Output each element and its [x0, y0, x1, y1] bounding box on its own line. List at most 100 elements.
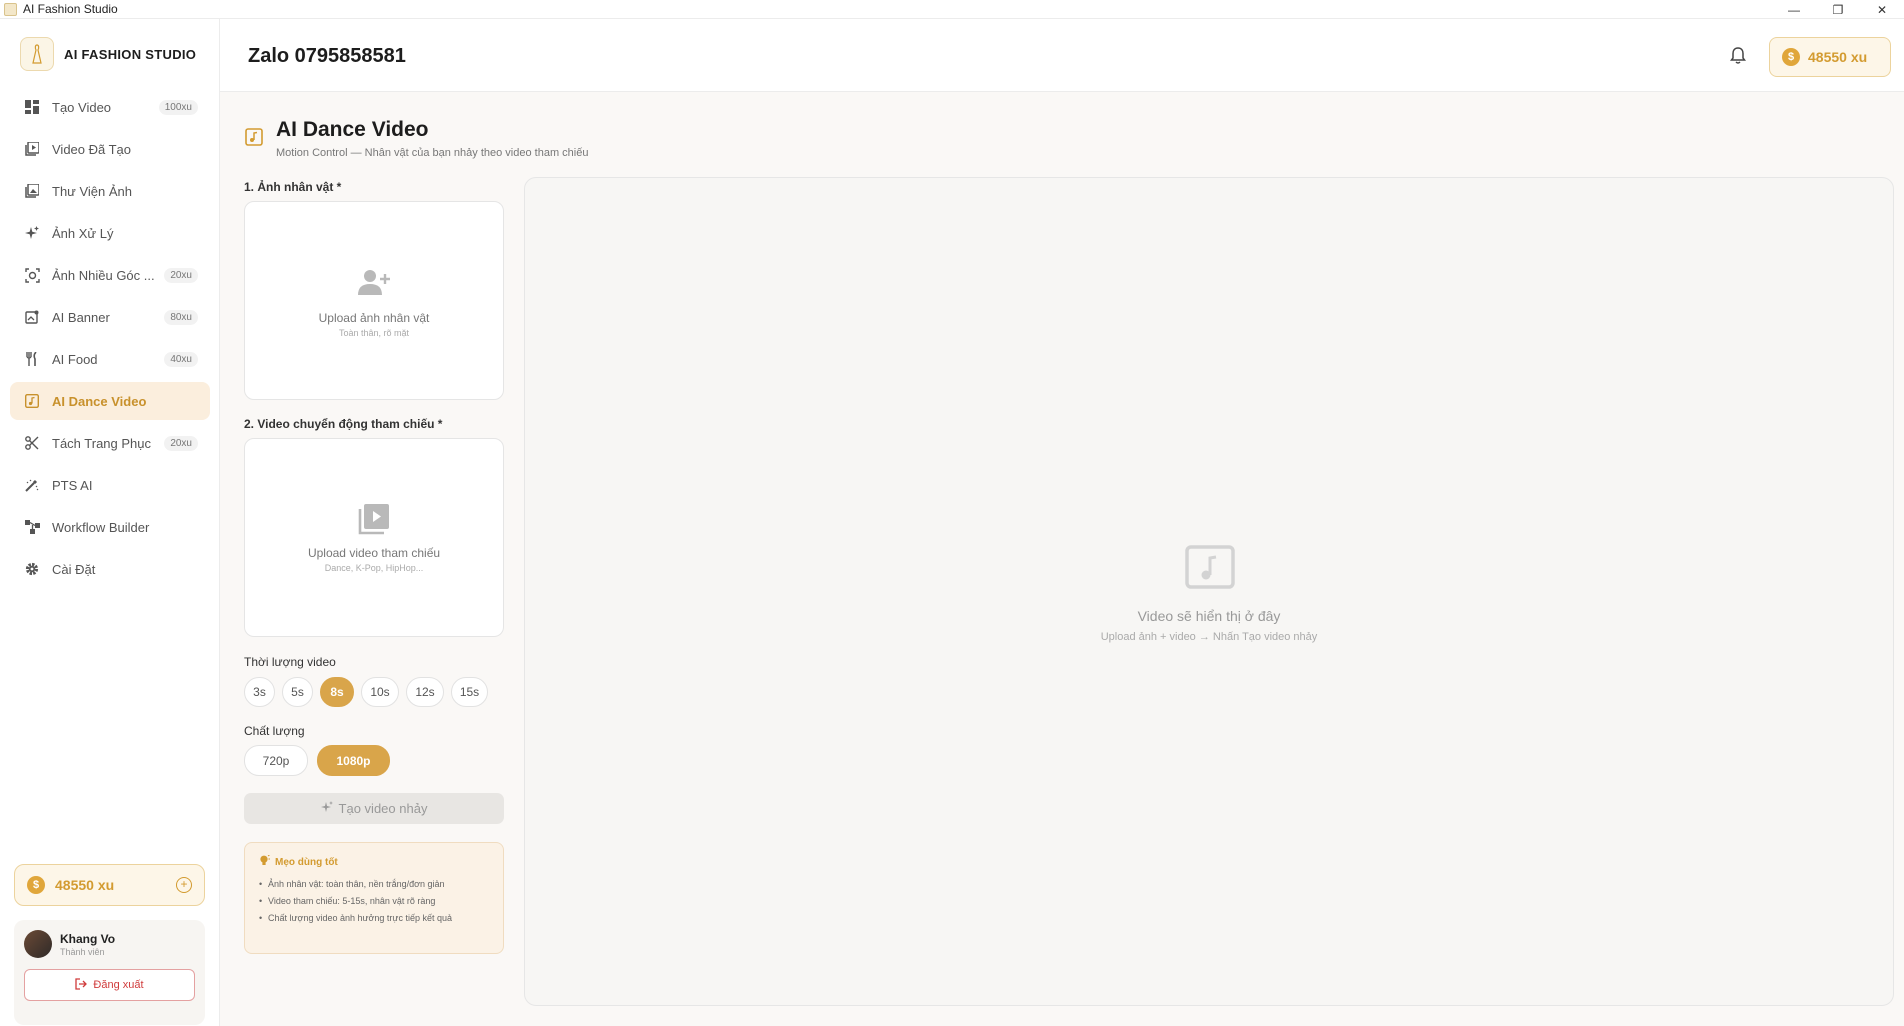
user-name: Khang Vo: [60, 932, 116, 946]
tip-item: Chất lượng video ảnh hưởng trực tiếp kết…: [259, 912, 491, 924]
tips-title: Mẹo dùng tốt: [275, 856, 338, 868]
character-upload-dropzone[interactable]: Upload ảnh nhân vật Toàn thân, rõ mặt: [244, 201, 504, 400]
preview-placeholder-title: Video sẽ hiển thị ở đây: [1137, 608, 1281, 624]
add-person-icon: [245, 268, 503, 296]
sidebar-item-ai-banner[interactable]: AI Banner 80xu: [10, 298, 210, 336]
workflow-icon: [24, 519, 40, 535]
cost-badge: 80xu: [164, 309, 198, 325]
sidebar: AI FASHION STUDIO Tạo Video 100xu Video …: [0, 19, 220, 1026]
video-library-icon: [245, 503, 503, 535]
page-title: AI Dance Video: [276, 118, 429, 141]
quality-option-720p[interactable]: 720p: [244, 745, 308, 776]
sidebar-item-pts-ai[interactable]: PTS AI: [10, 466, 210, 504]
scissors-icon: [24, 435, 40, 451]
video-library-icon: [24, 141, 40, 157]
music-video-placeholder-icon: [1185, 545, 1235, 589]
add-coins-icon[interactable]: +: [176, 877, 192, 893]
duration-option-3s[interactable]: 3s: [244, 677, 275, 707]
utensils-icon: [24, 351, 40, 367]
user-card: Khang Vo Thành viên Đăng xuất: [14, 920, 205, 1025]
duration-option-5s[interactable]: 5s: [282, 677, 313, 707]
brand-name: AI FASHION STUDIO: [64, 46, 197, 62]
sidebar-item-ai-dance-video[interactable]: AI Dance Video: [10, 382, 210, 420]
tips-header: Mẹo dùng tốt: [259, 854, 491, 869]
sidebar-item-label: Tách Trang Phục: [52, 435, 151, 451]
duration-option-8s[interactable]: 8s: [320, 677, 354, 707]
banner-icon: [24, 309, 40, 325]
sidebar-item-ai-food[interactable]: AI Food 40xu: [10, 340, 210, 378]
cost-badge: 20xu: [164, 267, 198, 283]
top-bar: Zalo 0795858581 $ 48550 xu: [220, 19, 1904, 92]
sidebar-item-label: Ảnh Xử Lý: [52, 225, 114, 241]
window-title: AI Fashion Studio: [23, 2, 118, 16]
quality-option-1080p[interactable]: 1080p: [317, 745, 390, 776]
close-button[interactable]: ✕: [1860, 0, 1904, 19]
coin-balance-value: 48550 xu: [55, 877, 115, 893]
character-section-label: 1. Ảnh nhân vật *: [244, 180, 342, 194]
gear-icon: [24, 561, 40, 577]
sidebar-item-workflow-builder[interactable]: Workflow Builder: [10, 508, 210, 546]
motion-video-upload-dropzone[interactable]: Upload video tham chiếu Dance, K-Pop, Hi…: [244, 438, 504, 637]
brand[interactable]: AI FASHION STUDIO: [20, 37, 196, 71]
sidebar-item-tao-video[interactable]: Tạo Video 100xu: [10, 88, 210, 126]
motion-section-label: 2. Video chuyển động tham chiếu *: [244, 417, 443, 431]
character-upload-hint: Toàn thân, rõ mặt: [338, 328, 410, 338]
grid-icon: [24, 99, 40, 115]
music-note-icon: [24, 393, 40, 409]
logout-button[interactable]: Đăng xuất: [24, 969, 195, 1001]
cost-badge: 20xu: [164, 435, 198, 451]
motion-upload-hint: Dance, K-Pop, HipHop...: [324, 563, 424, 573]
sidebar-item-anh-xu-ly[interactable]: Ảnh Xử Lý: [10, 214, 210, 252]
sidebar-item-label: AI Food: [52, 351, 98, 367]
sidebar-item-cai-dat[interactable]: Cài Đặt: [10, 550, 210, 588]
app-icon: [4, 2, 17, 16]
duration-options: 3s 5s 8s 10s 12s 15s: [244, 677, 495, 707]
cost-badge: 100xu: [158, 99, 198, 115]
user-role: Thành viên: [60, 947, 105, 957]
dance-video-icon: [245, 128, 263, 146]
duration-label: Thời lượng video: [244, 655, 336, 669]
header-coin-balance[interactable]: $ 48550 xu: [1769, 37, 1891, 77]
tip-item: Video tham chiếu: 5-15s, nhân vật rõ ràn…: [259, 895, 491, 907]
generate-label: Tạo video nhảy: [338, 801, 428, 816]
sidebar-item-video-da-tao[interactable]: Video Đã Tạo: [10, 130, 210, 168]
sidebar-item-label: AI Banner: [52, 309, 110, 325]
maximize-button[interactable]: ❐: [1816, 0, 1860, 19]
sidebar-item-anh-nhieu-goc[interactable]: Ảnh Nhiều Góc ... 20xu: [10, 256, 210, 294]
coin-icon: $: [1782, 48, 1800, 66]
sidebar-item-label: Video Đã Tạo: [52, 141, 132, 157]
sidebar-item-tach-trang-phuc[interactable]: Tách Trang Phục 20xu: [10, 424, 210, 462]
sidebar-item-label: Workflow Builder: [52, 519, 150, 535]
sidebar-item-label: Thư Viện Ảnh: [52, 183, 133, 199]
brand-logo-icon: [20, 37, 54, 71]
motion-upload-title: Upload video tham chiếu: [307, 546, 441, 560]
avatar[interactable]: [24, 930, 52, 958]
generate-dance-video-button[interactable]: Tạo video nhảy: [244, 793, 504, 824]
magic-wand-icon: [24, 477, 40, 493]
sidebar-nav: Tạo Video 100xu Video Đã Tạo Thư Viện Ản…: [10, 88, 210, 592]
lightbulb-icon: [259, 854, 270, 869]
coin-balance-value: 48550 xu: [1808, 49, 1868, 65]
sparkle-icon: [320, 801, 333, 816]
duration-option-10s[interactable]: 10s: [361, 677, 399, 707]
video-preview-panel: Video sẽ hiển thị ở đây Upload ảnh + vid…: [524, 177, 1894, 1006]
tips-box: Mẹo dùng tốt Ảnh nhân vật: toàn thân, nề…: [244, 842, 504, 954]
logout-label: Đăng xuất: [93, 979, 144, 991]
quality-label: Chất lượng: [244, 724, 305, 738]
minimize-button[interactable]: —: [1772, 0, 1816, 19]
camera-focus-icon: [24, 267, 40, 283]
sidebar-item-label: Cài Đặt: [52, 561, 96, 577]
tip-item: Ảnh nhân vật: toàn thân, nền trắng/đơn g…: [259, 878, 491, 890]
duration-option-12s[interactable]: 12s: [406, 677, 444, 707]
sidebar-item-label: AI Dance Video: [52, 393, 147, 409]
sidebar-item-thu-vien-anh[interactable]: Thư Viện Ảnh: [10, 172, 210, 210]
sidebar-item-label: Tạo Video: [52, 99, 112, 115]
sidebar-item-label: Ảnh Nhiều Góc ...: [52, 267, 155, 283]
duration-option-15s[interactable]: 15s: [451, 677, 488, 707]
sidebar-coin-balance[interactable]: $ 48550 xu +: [14, 864, 205, 906]
header-title: Zalo 0795858581: [248, 45, 406, 67]
preview-placeholder-hint: Upload ảnh + video → Nhấn Tạo video nhảy: [1100, 631, 1318, 643]
title-bar: AI Fashion Studio — ❐ ✕: [0, 0, 1904, 19]
bell-icon[interactable]: [1728, 45, 1748, 65]
cost-badge: 40xu: [164, 351, 198, 367]
